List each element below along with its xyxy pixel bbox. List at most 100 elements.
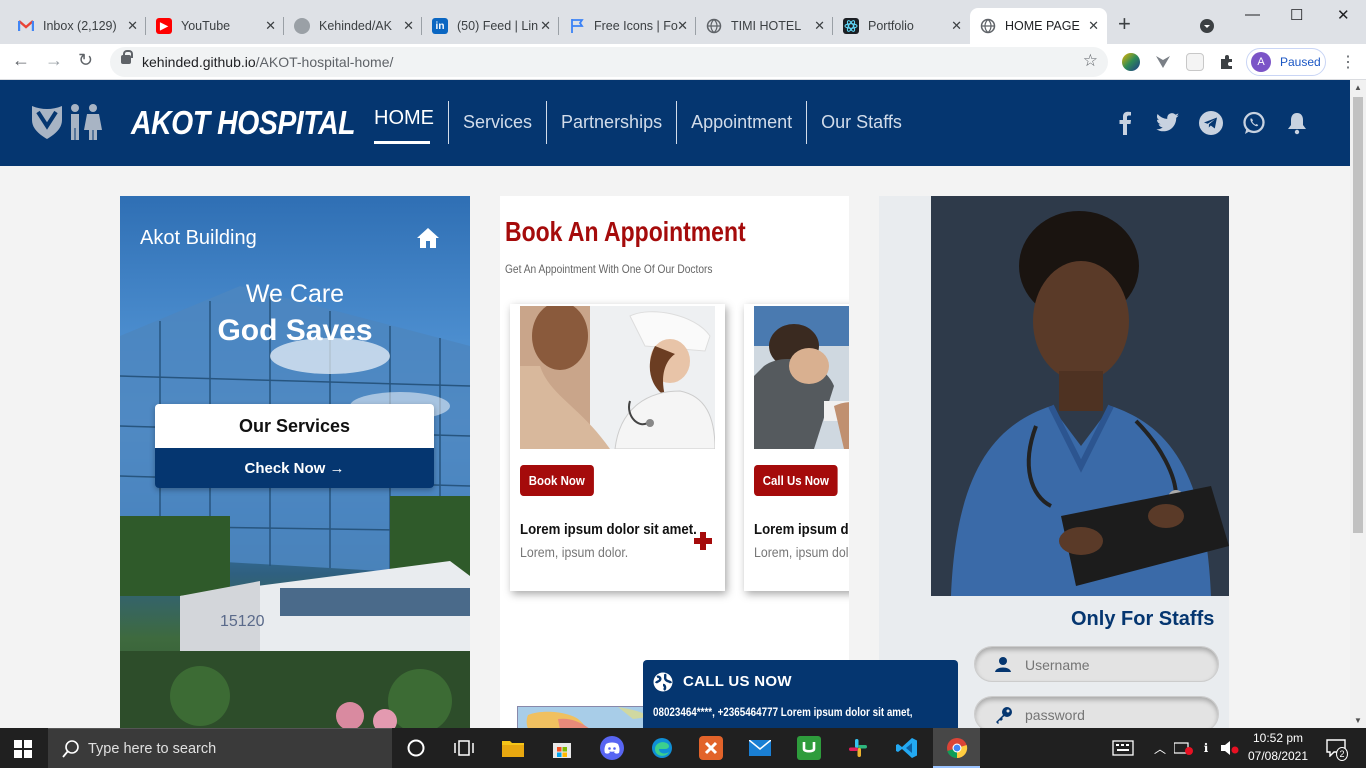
keyboard-icon[interactable]	[1111, 736, 1135, 760]
mail-icon[interactable]	[748, 736, 772, 760]
upwork-icon[interactable]	[797, 736, 821, 760]
appointment-card: Book An Appointment Get An Appointment W…	[500, 196, 849, 728]
chrome-icon[interactable]	[945, 736, 969, 760]
close-icon[interactable]: ✕	[814, 18, 825, 34]
extension-globe-icon[interactable]	[1122, 53, 1140, 71]
scroll-up-icon[interactable]: ▲	[1354, 83, 1362, 92]
svg-text:15120: 15120	[220, 613, 265, 630]
close-icon[interactable]: ✕	[540, 18, 551, 34]
tagline-we-care: We Care	[245, 280, 345, 308]
book-now-button[interactable]: Book Now	[520, 465, 594, 496]
network-icon[interactable]	[1172, 736, 1196, 760]
discord-icon[interactable]	[600, 736, 624, 760]
extension-vpn-icon[interactable]	[1154, 53, 1172, 71]
gmail-icon	[18, 18, 34, 34]
file-explorer-icon[interactable]	[501, 736, 525, 760]
reload-icon[interactable]: ↻	[78, 50, 93, 71]
microsoft-store-icon[interactable]	[550, 736, 574, 760]
close-window-icon[interactable]: ✕	[1337, 6, 1350, 24]
vscode-icon[interactable]	[895, 736, 919, 760]
globe-icon	[980, 18, 996, 34]
flag-icon	[569, 18, 585, 34]
call-us-now-button[interactable]: Call Us Now	[754, 465, 838, 496]
bookmark-star-icon[interactable]: ☆	[1083, 51, 1098, 71]
password-input[interactable]	[1025, 705, 1205, 725]
search-icon	[62, 740, 80, 763]
linkedin-icon: in	[432, 18, 448, 34]
nav-partnerships[interactable]: Partnerships	[547, 101, 678, 144]
globe-icon	[706, 18, 722, 34]
close-icon[interactable]: ✕	[127, 18, 138, 34]
clock-time[interactable]: 10:52 pm	[1246, 731, 1310, 745]
tab-youtube[interactable]: ▶ YouTube ✕	[146, 8, 284, 44]
tab-search-button[interactable]	[1200, 19, 1214, 33]
close-icon[interactable]: ✕	[403, 18, 414, 34]
nav-home[interactable]: HOME	[360, 101, 449, 144]
menu-icon[interactable]: ⋮	[1340, 52, 1356, 72]
react-icon	[843, 18, 859, 34]
site-brand[interactable]: AKOT HOSPITAL	[131, 104, 355, 142]
nav-appointment[interactable]: Appointment	[677, 101, 808, 144]
hospital-logo-icon	[30, 102, 108, 142]
main-nav: HOME Services Partnerships Appointment O…	[360, 101, 916, 144]
tab-gmail[interactable]: Inbox (2,129) ✕	[8, 8, 146, 44]
tab-github[interactable]: Kehinded/AK ✕	[284, 8, 422, 44]
scrollbar-thumb[interactable]	[1353, 97, 1363, 533]
close-icon[interactable]: ✕	[951, 18, 962, 34]
tab-home-page[interactable]: HOME PAGE ✕	[970, 8, 1107, 44]
minimize-icon[interactable]: —	[1245, 6, 1260, 23]
card-text: Lorem, ipsum dolor.	[520, 544, 629, 560]
username-field[interactable]	[974, 646, 1219, 682]
username-input[interactable]	[1025, 655, 1205, 675]
nav-our-staffs[interactable]: Our Staffs	[807, 101, 916, 144]
tab-free-icons[interactable]: Free Icons | Fo ✕	[559, 8, 696, 44]
twitter-icon[interactable]	[1153, 108, 1183, 138]
task-view-icon[interactable]	[452, 736, 476, 760]
plus-icon[interactable]	[692, 530, 714, 552]
clock-date[interactable]: 07/08/2021	[1246, 749, 1310, 763]
telegram-icon[interactable]	[1196, 108, 1226, 138]
forward-icon[interactable]: →	[45, 50, 63, 71]
doctor-card: Call Us Now Lorem ipsum dolor sit amet. …	[744, 304, 849, 591]
tab-portfolio[interactable]: Portfolio ✕	[833, 8, 970, 44]
facebook-icon[interactable]	[1110, 108, 1140, 138]
taskbar-search-placeholder: Type here to search	[88, 741, 217, 757]
taskbar-search[interactable]: Type here to search	[48, 728, 392, 768]
home-icon[interactable]	[416, 227, 440, 254]
back-icon[interactable]: ←	[12, 50, 30, 71]
nav-services[interactable]: Services	[449, 101, 548, 144]
profile-button[interactable]: A Paused	[1246, 48, 1326, 76]
slack-icon[interactable]	[846, 736, 870, 760]
windows-start-icon[interactable]	[14, 740, 32, 763]
bell-icon[interactable]	[1282, 108, 1312, 138]
volume-muted-icon[interactable]	[1218, 736, 1242, 760]
edge-icon[interactable]	[650, 736, 674, 760]
card-text: Lorem, ipsum dolor.	[754, 544, 849, 560]
xampp-icon[interactable]	[699, 736, 723, 760]
input-method-icon[interactable]: ℹ︎	[1194, 736, 1218, 760]
whatsapp-icon[interactable]	[1239, 108, 1269, 138]
call-now-popup[interactable]: CALL US NOW 08023464****, +2365464777 Lo…	[643, 660, 958, 728]
doctor-photo	[520, 306, 715, 449]
password-field[interactable]	[974, 696, 1219, 728]
extensions-puzzle-icon[interactable]	[1218, 53, 1236, 71]
close-icon[interactable]: ✕	[265, 18, 276, 34]
chevron-up-icon[interactable]: ︿	[1148, 736, 1172, 760]
cortana-icon[interactable]	[404, 736, 428, 760]
appointment-subtitle: Get An Appointment With One Of Our Docto…	[505, 262, 713, 276]
close-icon[interactable]: ✕	[677, 18, 688, 34]
check-now-button[interactable]: Check Now →	[155, 448, 434, 488]
call-now-phones: 08023464****, +2365464777 Lorem ipsum do…	[653, 705, 913, 719]
extension-grid-icon[interactable]	[1186, 53, 1204, 71]
close-icon[interactable]: ✕	[1088, 18, 1099, 34]
tab-timi-hotel[interactable]: TIMI HOTEL ✕	[696, 8, 833, 44]
doctor-card: Book Now Lorem ipsum dolor sit amet. Lor…	[510, 304, 725, 591]
page-scrollbar[interactable]: ▲ ▼	[1350, 80, 1366, 728]
github-icon	[294, 18, 310, 34]
new-tab-button[interactable]: +	[1118, 13, 1131, 35]
user-icon	[995, 656, 1011, 677]
scroll-down-icon[interactable]: ▼	[1354, 716, 1362, 725]
maximize-icon[interactable]: ☐	[1290, 6, 1303, 24]
address-bar[interactable]: kehinded.github.io/AKOT-hospital-home/ ☆	[110, 47, 1108, 77]
tab-linkedin[interactable]: in (50) Feed | Lin ✕	[422, 8, 559, 44]
